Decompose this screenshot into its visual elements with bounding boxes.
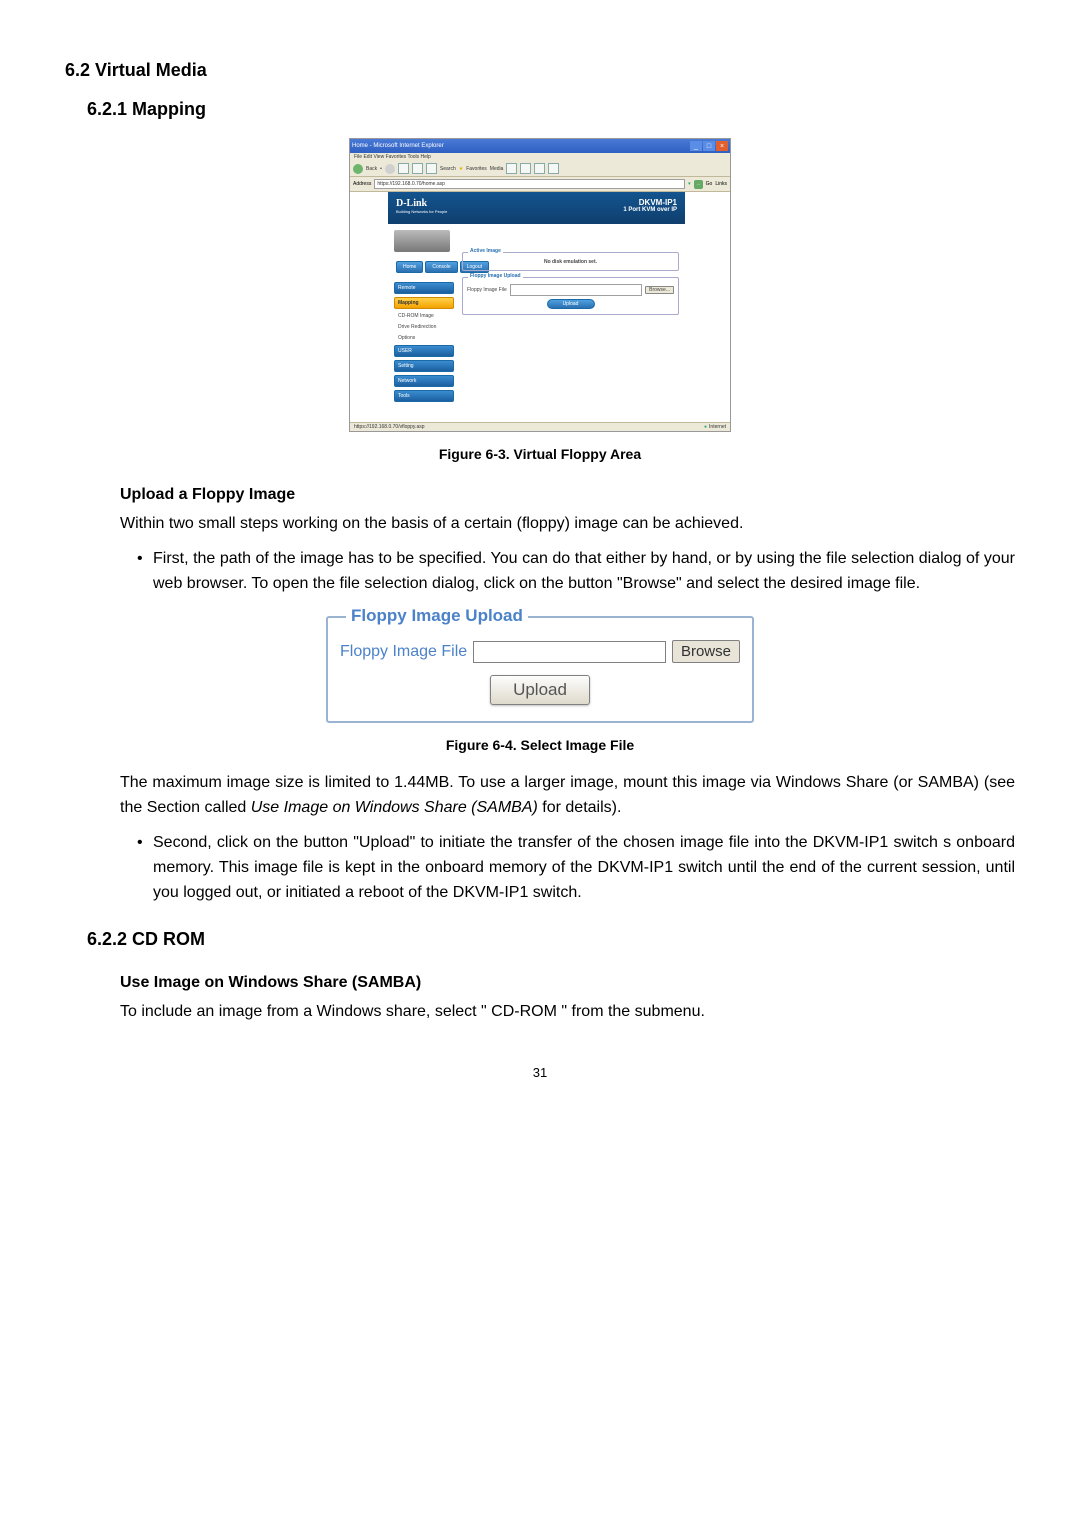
ie-statusbar: https://192.168.0.70/vfloppy.asp Interne…: [350, 422, 730, 431]
floppy-file-input[interactable]: [510, 284, 642, 296]
figure-6-4: Floppy Image Upload Floppy Image File Br…: [326, 616, 754, 723]
main-area: Active Image No disk emulation set. Flop…: [454, 230, 679, 402]
product-header: D-Link Building Networks for People DKVM…: [388, 192, 685, 224]
fieldset-active-image: Active Image No disk emulation set.: [462, 252, 679, 271]
figure-6-4-caption: Figure 6-4. Select Image File: [65, 737, 1015, 753]
legend-active-image: Active Image: [468, 248, 503, 254]
page-number: 31: [65, 1065, 1015, 1080]
ie-toolbar[interactable]: Back • Search ★ Favorites Media: [350, 161, 730, 177]
heading-6-2: 6.2 Virtual Media: [65, 60, 1015, 81]
bullet-first: First, the path of the image has to be s…: [137, 547, 1015, 597]
tab-console[interactable]: Console: [425, 261, 457, 273]
maximize-icon[interactable]: □: [703, 141, 715, 151]
sidebar-item-network[interactable]: Network: [394, 375, 454, 387]
minimize-icon[interactable]: _: [690, 141, 702, 151]
fig64-legend: Floppy Image Upload: [346, 606, 528, 626]
media-label[interactable]: Media: [490, 166, 504, 172]
sidebar-sub-cdrom[interactable]: CD-ROM Image: [394, 312, 454, 320]
figure-6-3: Home - Microsoft Internet Explorer _ □ ×…: [349, 138, 731, 432]
bullet-second: Second, click on the button "Upload" to …: [137, 831, 1015, 905]
sidebar-item-user[interactable]: USER: [394, 345, 454, 357]
brand-tagline: Building Networks for People: [396, 209, 447, 214]
browse-button-small[interactable]: Browse...: [645, 286, 674, 294]
heading-samba: Use Image on Windows Share (SAMBA): [120, 974, 1015, 992]
paragraph-samba: To include an image from a Windows share…: [120, 1000, 1015, 1025]
edit-icon[interactable]: [548, 163, 559, 174]
fig64-file-input[interactable]: [473, 641, 666, 663]
go-label: Go: [706, 181, 713, 187]
status-zone: Internet: [704, 424, 726, 430]
mail-icon[interactable]: [520, 163, 531, 174]
window-title: Home - Microsoft Internet Explorer: [352, 143, 444, 149]
upload-button-small[interactable]: Upload: [547, 299, 595, 309]
fig64-upload-button[interactable]: Upload: [490, 675, 590, 705]
fieldset-floppy-upload: Floppy Image Upload Floppy Image File Br…: [462, 277, 679, 315]
forward-icon[interactable]: [385, 164, 395, 174]
back-icon[interactable]: [353, 164, 363, 174]
heading-6-2-1: 6.2.1 Mapping: [87, 99, 1015, 120]
back-label: Back: [366, 166, 377, 172]
print-icon[interactable]: [534, 163, 545, 174]
status-url: https://192.168.0.70/vfloppy.asp: [354, 424, 425, 430]
paragraph-intro: Within two small steps working on the ba…: [120, 512, 1015, 537]
sidebar-item-mapping[interactable]: Mapping: [394, 297, 454, 309]
stop-icon[interactable]: [398, 163, 409, 174]
address-label: Address: [353, 181, 371, 187]
ie-titlebar: Home - Microsoft Internet Explorer _ □ ×: [350, 139, 730, 153]
search-label[interactable]: Search: [440, 166, 456, 172]
brand-logo: D-Link: [396, 198, 427, 209]
legend-floppy-upload: Floppy Image Upload: [468, 273, 523, 279]
product-name: DKVM-IP1: [639, 198, 677, 207]
address-input[interactable]: https://192.168.0.70/home.asp: [374, 179, 685, 189]
figure-6-3-caption: Figure 6-3. Virtual Floppy Area: [65, 446, 1015, 462]
active-image-msg: No disk emulation set.: [467, 259, 674, 265]
refresh-icon[interactable]: [412, 163, 423, 174]
close-icon[interactable]: ×: [716, 141, 728, 151]
favorites-label[interactable]: Favorites: [466, 166, 487, 172]
tab-home[interactable]: Home: [396, 261, 423, 273]
sidebar: Home Console Logout Remote Mapping CD-RO…: [394, 230, 454, 402]
ie-menubar[interactable]: File Edit View Favorites Tools Help: [350, 153, 730, 161]
floppy-file-label: Floppy Image File: [467, 287, 507, 293]
heading-6-2-2: 6.2.2 CD ROM: [87, 929, 1015, 950]
history-icon[interactable]: [506, 163, 517, 174]
sidebar-item-setting[interactable]: Setting: [394, 360, 454, 372]
sidebar-item-tools[interactable]: Tools: [394, 390, 454, 402]
home-icon[interactable]: [426, 163, 437, 174]
fig64-label: Floppy Image File: [340, 643, 467, 661]
device-image: [394, 230, 450, 252]
links-label[interactable]: Links: [715, 181, 727, 187]
paragraph-maxsize: The maximum image size is limited to 1.4…: [120, 771, 1015, 821]
heading-upload-floppy: Upload a Floppy Image: [120, 486, 1015, 504]
ie-addressbar: Address https://192.168.0.70/home.asp ▾ …: [350, 177, 730, 192]
sidebar-sub-options[interactable]: Options: [394, 334, 454, 342]
sidebar-sub-drive[interactable]: Drive Redirection: [394, 323, 454, 331]
product-desc: 1 Port KVM over IP: [623, 207, 677, 213]
fig64-browse-button[interactable]: Browse: [672, 640, 740, 663]
go-button[interactable]: →: [694, 180, 703, 189]
sidebar-item-remote[interactable]: Remote: [394, 282, 454, 294]
